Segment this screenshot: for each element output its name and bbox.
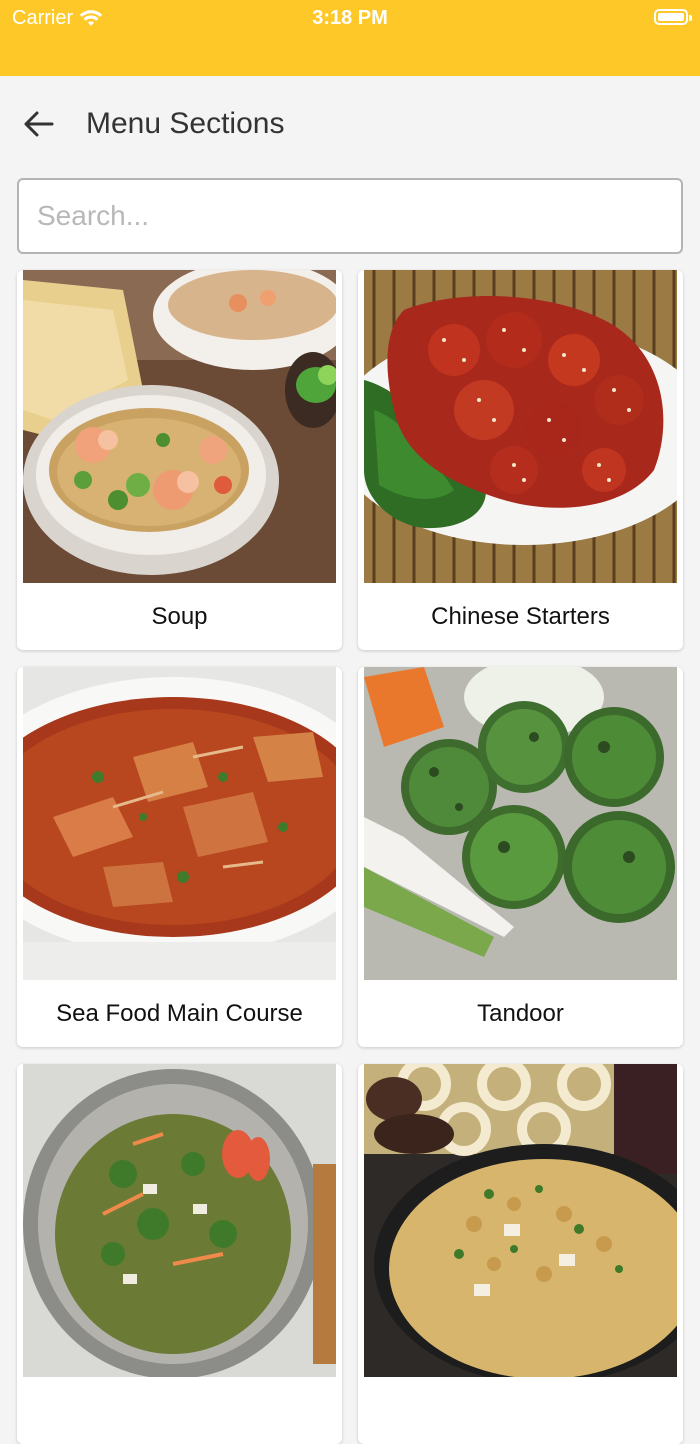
section-label: Soup <box>151 602 208 630</box>
sea-food-photo <box>23 667 336 980</box>
tandoor-photo <box>364 667 677 980</box>
section-card-sea-food-main-course[interactable]: Sea Food Main Course <box>17 667 342 1047</box>
section-label: Chinese Starters <box>431 602 610 630</box>
section-card-tandoor[interactable]: Tandoor <box>358 667 683 1047</box>
search-box <box>17 178 683 254</box>
section-card-fried-rice[interactable] <box>358 1064 683 1444</box>
nav-bar: Menu Sections <box>0 76 700 172</box>
section-card-biryani[interactable] <box>17 1064 342 1444</box>
section-label: Sea Food Main Course <box>56 999 303 1027</box>
section-card-soup[interactable]: Soup <box>17 270 342 650</box>
section-card-chinese-starters[interactable]: Chinese Starters <box>358 270 683 650</box>
clock: 3:18 PM <box>312 7 388 29</box>
back-button[interactable] <box>18 104 58 144</box>
section-label <box>17 1377 342 1444</box>
fried-rice-photo <box>364 1064 677 1377</box>
search-input[interactable] <box>19 180 681 252</box>
back-arrow-icon <box>24 111 54 137</box>
section-label <box>358 1377 683 1444</box>
section-label: Tandoor <box>477 999 564 1027</box>
chinese-starters-photo <box>364 270 677 583</box>
status-bar: Carrier 3:18 PM <box>0 0 700 76</box>
biryani-photo <box>23 1064 336 1377</box>
battery-icon <box>654 9 692 25</box>
page-title: Menu Sections <box>86 107 285 140</box>
soup-photo <box>23 270 336 583</box>
